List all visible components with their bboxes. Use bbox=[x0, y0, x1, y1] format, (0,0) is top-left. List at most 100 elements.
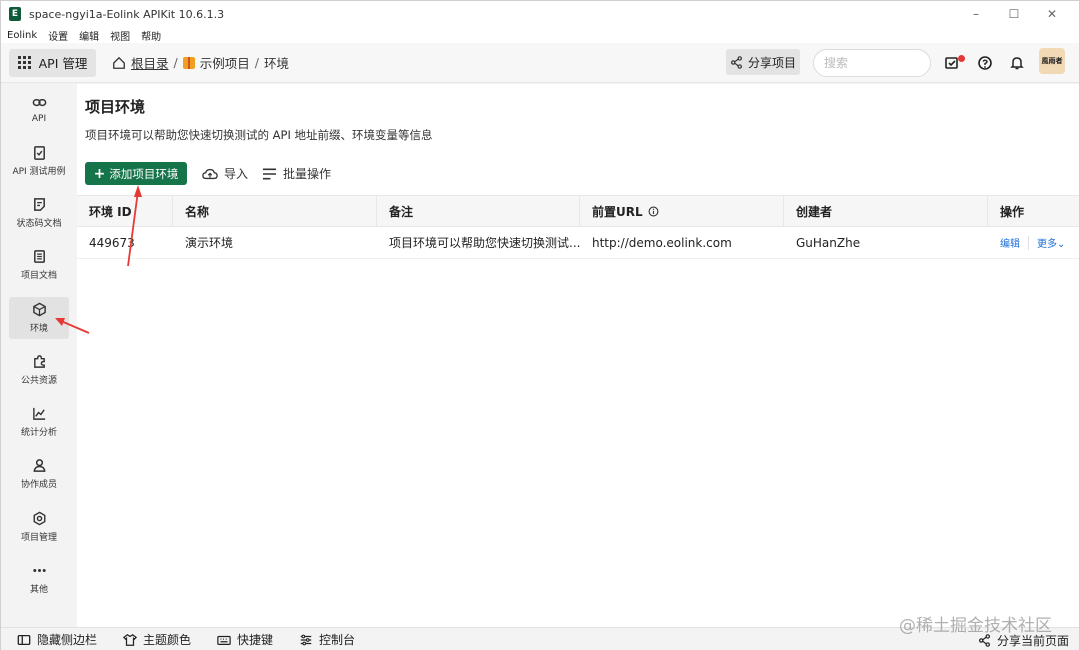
more-icon bbox=[32, 569, 46, 572]
breadcrumb-separator: / bbox=[173, 55, 178, 70]
document-icon bbox=[33, 250, 45, 263]
breadcrumb-root[interactable]: 根目录 bbox=[131, 53, 169, 72]
window-title: space-ngyi1a-Eolink APIKit 10.6.1.3 bbox=[29, 7, 225, 21]
sidebar-item-label: 统计分析 bbox=[20, 428, 57, 438]
action-divider bbox=[1028, 235, 1029, 250]
search-input[interactable]: 搜索 bbox=[813, 49, 931, 77]
column-header-actions: 操作 bbox=[1000, 204, 1025, 219]
close-button[interactable]: ✕ bbox=[1033, 1, 1071, 27]
sidebar-item-public-resources[interactable]: 公共资源 bbox=[9, 349, 69, 391]
sidebar-item-label: 状态码文档 bbox=[16, 219, 62, 229]
cell-creator: GuHanZhe bbox=[796, 235, 861, 250]
theme-color-label: 主题颜色 bbox=[143, 633, 192, 647]
sidebar-item-label: API 测试用例 bbox=[12, 167, 66, 177]
minimize-button[interactable]: – bbox=[957, 1, 995, 27]
menu-edit[interactable]: 编辑 bbox=[79, 28, 99, 43]
add-environment-button[interactable]: + 添加项目环境 bbox=[85, 162, 187, 185]
breadcrumb-separator: / bbox=[254, 55, 259, 70]
sidebar-item-members[interactable]: 协作成员 bbox=[9, 453, 69, 495]
sidebar-panel-icon bbox=[17, 634, 31, 645]
page-description: 项目环境可以帮助您快速切换测试的 API 地址前缀、环境变量等信息 bbox=[85, 128, 433, 142]
column-header-url: 前置URL bbox=[580, 196, 784, 226]
clipboard-check-icon bbox=[33, 146, 45, 160]
batch-operation-label: 批量操作 bbox=[283, 167, 332, 181]
main-content: 项目环境 项目环境可以帮助您快速切换测试的 API 地址前缀、环境变量等信息 +… bbox=[77, 84, 1079, 627]
link-icon bbox=[32, 98, 46, 106]
table-header: 环境 ID 名称 备注 前置URL 创建者 操作 bbox=[77, 195, 1079, 227]
sidebar-item-label: API bbox=[31, 113, 47, 124]
breadcrumb-current: 环境 bbox=[263, 56, 289, 71]
app-logo-icon: E bbox=[9, 7, 21, 21]
project-gift-icon bbox=[182, 56, 195, 69]
sidebar-item-statistics[interactable]: 统计分析 bbox=[9, 401, 69, 443]
module-label: API 管理 bbox=[38, 56, 88, 71]
watermark: @稀土掘金技术社区 bbox=[899, 616, 1052, 636]
table-row[interactable]: 449673 演示环境 项目环境可以帮助您快速切换测试... http://de… bbox=[77, 227, 1079, 259]
shortcuts-label: 快捷键 bbox=[237, 633, 274, 647]
column-header-note: 备注 bbox=[377, 196, 580, 226]
more-dropdown[interactable]: 更多⌄ bbox=[1037, 235, 1065, 250]
batch-operation-button[interactable]: 批量操作 bbox=[262, 162, 331, 185]
sidebar-item-test-cases[interactable]: API 测试用例 bbox=[9, 140, 69, 182]
sidebar-item-label: 协作成员 bbox=[20, 480, 57, 490]
share-project-label: 分享项目 bbox=[747, 55, 796, 70]
bell-icon[interactable] bbox=[1009, 55, 1025, 71]
sidebar-item-label: 环境 bbox=[29, 324, 48, 334]
menu-help[interactable]: 帮助 bbox=[141, 28, 161, 43]
sidebar-item-api[interactable]: API bbox=[9, 88, 69, 130]
sidebar-item-project-docs[interactable]: 项目文档 bbox=[9, 244, 69, 286]
member-icon bbox=[33, 459, 45, 472]
cube-icon bbox=[32, 302, 46, 317]
breadcrumb: 根目录 / 示例项目 / 环境 bbox=[112, 53, 289, 72]
sidebar-item-label: 项目管理 bbox=[20, 533, 57, 543]
breadcrumb-project[interactable]: 示例项目 bbox=[200, 53, 250, 72]
environment-table: 环境 ID 名称 备注 前置URL 创建者 操作 449673 演示环境 项目环… bbox=[77, 195, 1079, 259]
share-project-button[interactable]: 分享项目 bbox=[726, 49, 800, 75]
cell-id: 449673 bbox=[89, 235, 135, 250]
avatar[interactable]: 風雨者 bbox=[1039, 48, 1065, 74]
puzzle-icon bbox=[33, 355, 45, 368]
top-nav: API 管理 根目录 / 示例项目 / 环境 分享项目 搜索 bbox=[1, 43, 1079, 83]
cell-url: http://demo.eolink.com bbox=[592, 235, 732, 250]
sidebar-item-status-codes[interactable]: 状态码文档 bbox=[9, 192, 69, 234]
shortcuts-button[interactable]: 快捷键 bbox=[217, 631, 273, 648]
help-icon[interactable] bbox=[977, 55, 993, 71]
sidebar-item-project-management[interactable]: 项目管理 bbox=[9, 506, 69, 548]
note-icon bbox=[33, 198, 45, 211]
cell-name: 演示环境 bbox=[185, 236, 234, 250]
apps-grid-icon bbox=[17, 56, 31, 69]
page-title: 项目环境 bbox=[85, 98, 146, 116]
menu-eolink[interactable]: Eolink bbox=[7, 30, 37, 41]
sidebar-item-environment[interactable]: 环境 bbox=[9, 297, 69, 339]
share-icon bbox=[731, 55, 742, 69]
title-bar: E space-ngyi1a-Eolink APIKit 10.6.1.3 – … bbox=[1, 1, 1079, 27]
import-button[interactable]: 导入 bbox=[202, 162, 248, 185]
console-label: 控制台 bbox=[319, 633, 356, 647]
app-window: E space-ngyi1a-Eolink APIKit 10.6.1.3 – … bbox=[0, 0, 1080, 650]
chart-icon bbox=[32, 407, 45, 420]
theme-color-button[interactable]: 主题颜色 bbox=[123, 631, 191, 648]
column-header-id: 环境 ID bbox=[77, 196, 173, 226]
sliders-icon bbox=[300, 634, 312, 645]
menu-bar: Eolink 设置 编辑 视图 帮助 bbox=[1, 27, 1079, 43]
hide-sidebar-button[interactable]: 隐藏侧边栏 bbox=[17, 631, 97, 648]
shirt-icon bbox=[123, 633, 138, 646]
menu-view[interactable]: 视图 bbox=[110, 28, 130, 43]
cell-note: 项目环境可以帮助您快速切换测试... bbox=[389, 236, 580, 250]
info-icon[interactable] bbox=[648, 206, 659, 217]
window-controls: – ☐ ✕ bbox=[957, 1, 1071, 27]
sidebar: API API 测试用例 状态码文档 项目文档 环境 公共资源 统计分析 协作成… bbox=[1, 84, 77, 627]
menu-settings[interactable]: 设置 bbox=[48, 28, 68, 43]
hide-sidebar-label: 隐藏侧边栏 bbox=[37, 633, 98, 647]
add-environment-label: 添加项目环境 bbox=[109, 166, 179, 181]
cloud-upload-icon bbox=[202, 168, 218, 179]
maximize-button[interactable]: ☐ bbox=[995, 1, 1033, 27]
keyboard-icon bbox=[217, 635, 231, 645]
sidebar-item-label: 其他 bbox=[29, 585, 48, 595]
console-button[interactable]: 控制台 bbox=[299, 631, 355, 648]
cell-actions: 编辑 更多⌄ bbox=[988, 227, 1079, 258]
edit-link[interactable]: 编辑 bbox=[1000, 235, 1020, 250]
sidebar-item-others[interactable]: 其他 bbox=[9, 558, 69, 600]
settings-icon bbox=[33, 511, 45, 526]
api-management-button[interactable]: API 管理 bbox=[9, 48, 96, 77]
